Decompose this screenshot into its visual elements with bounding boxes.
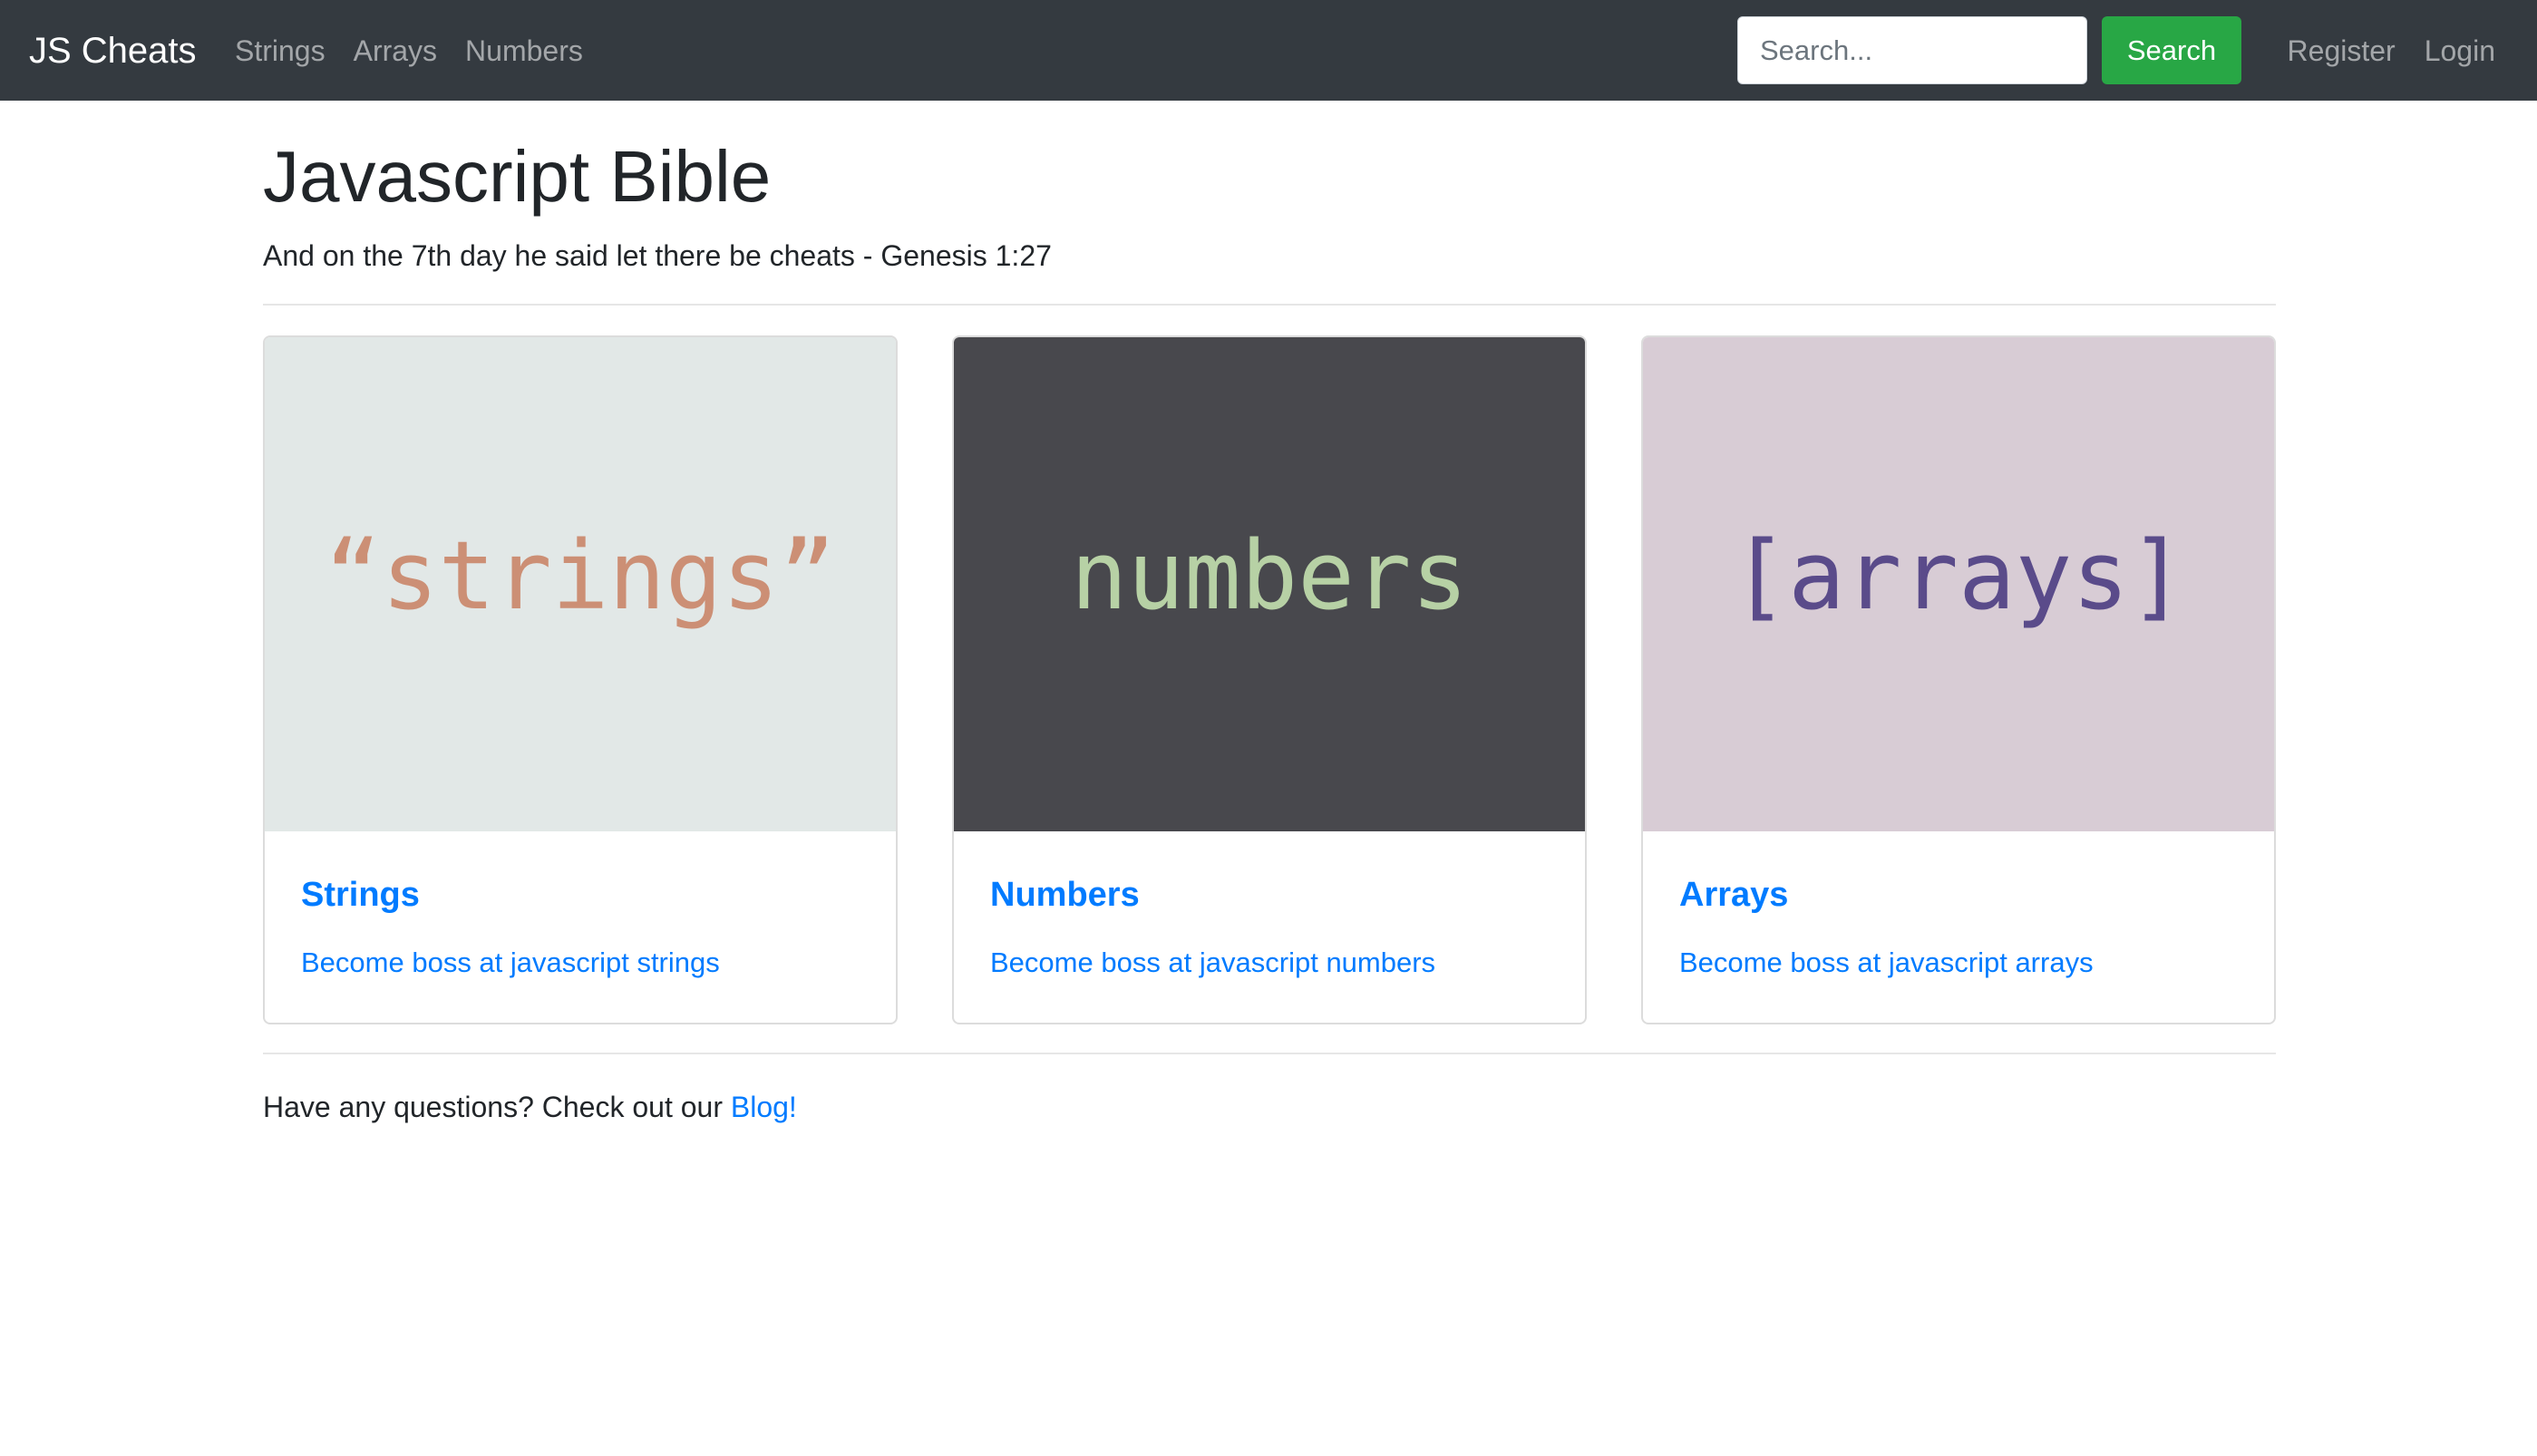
card-link[interactable]: Become boss at javascript strings (301, 943, 720, 983)
brand-link[interactable]: JS Cheats (29, 24, 197, 78)
nav-link-strings[interactable]: Strings (235, 27, 326, 74)
search-input[interactable] (1737, 16, 2087, 84)
card-image-text: “strings” (325, 519, 836, 631)
card-title[interactable]: Strings (301, 872, 420, 917)
card-image-numbers: numbers (954, 337, 1585, 831)
card-image-text: [arrays] (1731, 519, 2186, 631)
card-title[interactable]: Numbers (990, 872, 1140, 917)
card-image-strings: “strings” (265, 337, 896, 831)
card-arrays[interactable]: [arrays] Arrays Become boss at javascrip… (1641, 335, 2276, 1024)
auth-links: Register Login (2288, 27, 2495, 74)
top-navbar: JS Cheats Strings Arrays Numbers Search … (0, 0, 2537, 101)
card-deck: “strings” Strings Become boss at javascr… (263, 335, 2276, 1024)
blog-link[interactable]: Blog! (731, 1091, 797, 1123)
card-link[interactable]: Become boss at javascript numbers (990, 943, 1435, 983)
nav-link-numbers[interactable]: Numbers (465, 27, 583, 74)
card-link[interactable]: Become boss at javascript arrays (1679, 943, 2094, 983)
header-divider (263, 304, 2276, 306)
page-subtitle: And on the 7th day he said let there be … (263, 239, 1052, 272)
footer-divider (263, 1053, 2276, 1054)
page-title: Javascript Bible (263, 136, 772, 217)
footer-message: Have any questions? Check out our (263, 1091, 731, 1123)
nav-link-arrays[interactable]: Arrays (354, 27, 437, 74)
card-image-text: numbers (1070, 519, 1469, 631)
footer-text: Have any questions? Check out our Blog! (263, 1085, 797, 1129)
card-image-arrays: [arrays] (1643, 337, 2274, 831)
card-numbers[interactable]: numbers Numbers Become boss at javascrip… (952, 335, 1587, 1024)
search-button[interactable]: Search (2102, 16, 2241, 84)
login-link[interactable]: Login (2425, 27, 2495, 74)
nav-links: Strings Arrays Numbers (235, 27, 583, 74)
card-strings[interactable]: “strings” Strings Become boss at javascr… (263, 335, 898, 1024)
card-title[interactable]: Arrays (1679, 872, 1788, 917)
register-link[interactable]: Register (2288, 27, 2396, 74)
